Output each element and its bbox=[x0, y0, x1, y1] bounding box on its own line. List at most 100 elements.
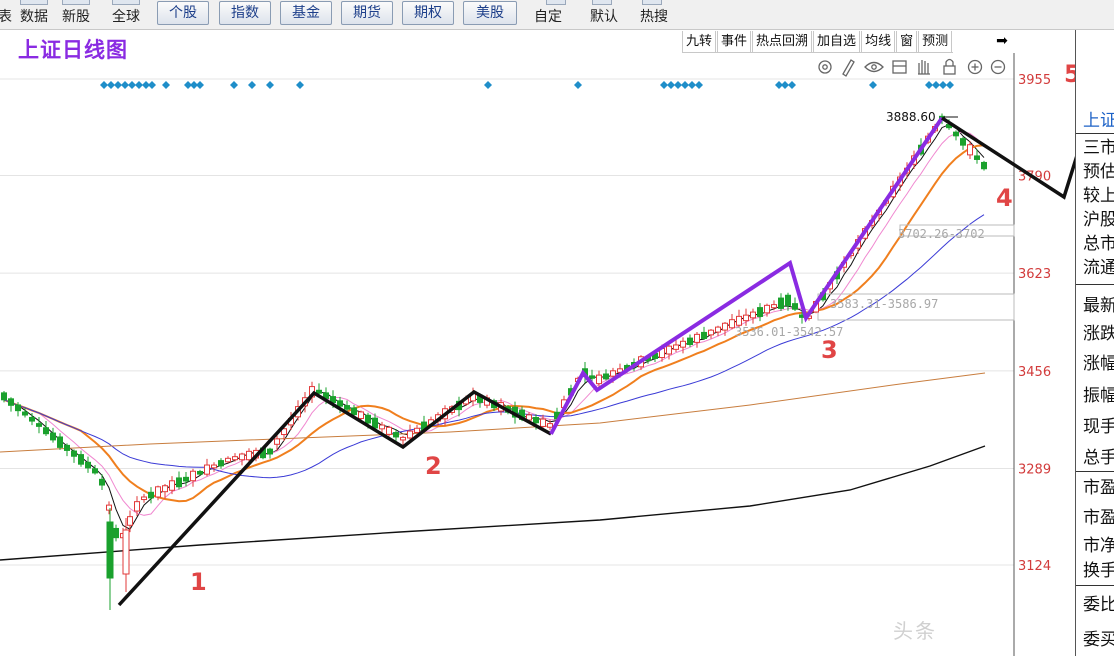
event-marker-diamond bbox=[681, 81, 689, 89]
ma10-line bbox=[3, 131, 985, 516]
event-marker-diamond bbox=[781, 81, 789, 89]
candle-down bbox=[344, 405, 350, 410]
gap-label-upper: 3702.26-3702 bbox=[898, 227, 985, 241]
candle-down bbox=[1, 392, 7, 401]
event-marker-diamond bbox=[667, 81, 675, 89]
candle-down bbox=[50, 432, 56, 441]
candle-up bbox=[379, 424, 385, 430]
candle-up bbox=[722, 322, 728, 331]
candle-up bbox=[232, 456, 238, 461]
panel-item-estimate: 预估 bbox=[1083, 162, 1114, 182]
candle-up bbox=[141, 496, 147, 501]
event-marker-diamond bbox=[869, 81, 877, 89]
candle-up bbox=[274, 438, 280, 445]
settings-icon[interactable] bbox=[818, 60, 832, 74]
candle-up bbox=[596, 374, 602, 385]
event-marker-diamond bbox=[788, 81, 796, 89]
candle-up bbox=[673, 344, 679, 350]
candle-up bbox=[407, 430, 413, 439]
candle-up bbox=[400, 436, 406, 441]
candle-up bbox=[239, 453, 245, 461]
candle-down bbox=[15, 404, 21, 412]
candle-down bbox=[372, 417, 378, 429]
candle-down bbox=[267, 448, 273, 455]
panel-item-bid: 委买 bbox=[1083, 630, 1114, 650]
candlesticks bbox=[1, 113, 987, 610]
candlestick-chart[interactable]: 395537903623345632893124 3888.60 3702.26… bbox=[0, 0, 1075, 656]
event-markers bbox=[100, 81, 954, 89]
candle-up bbox=[743, 314, 749, 322]
candle-down bbox=[603, 373, 609, 380]
event-marker-diamond bbox=[128, 81, 136, 89]
candle-up bbox=[708, 329, 714, 336]
price-tick-label: 3289 bbox=[1018, 463, 1051, 478]
panel-item-latest: 最新 bbox=[1083, 296, 1114, 316]
candle-down bbox=[974, 155, 980, 160]
candle-down bbox=[785, 294, 791, 306]
panel-item-change: 涨跌 bbox=[1083, 324, 1114, 344]
candle-down bbox=[701, 331, 707, 339]
ma250-line bbox=[0, 445, 986, 561]
event-marker-diamond bbox=[695, 81, 703, 89]
panel-item-total-vol: 总手 bbox=[1083, 448, 1114, 468]
panel-divider bbox=[1076, 471, 1114, 472]
chart-icon-toolbar bbox=[818, 58, 1006, 77]
lock-icon[interactable] bbox=[943, 58, 956, 75]
candle-up bbox=[204, 464, 210, 475]
zoom-out-icon[interactable] bbox=[990, 59, 1006, 75]
candle-up bbox=[162, 485, 168, 493]
candle-down bbox=[351, 407, 357, 416]
eye-icon[interactable] bbox=[864, 61, 884, 73]
candle-down bbox=[43, 427, 49, 435]
save-icon[interactable] bbox=[892, 60, 907, 74]
pen-icon[interactable] bbox=[842, 59, 855, 77]
candle-up bbox=[155, 486, 161, 498]
panel-item-turnover: 换手 bbox=[1083, 561, 1114, 581]
event-marker-diamond bbox=[932, 81, 940, 89]
event-marker-diamond bbox=[148, 81, 156, 89]
candle-up bbox=[729, 319, 735, 329]
hand-icon[interactable] bbox=[918, 60, 930, 75]
candle-down bbox=[176, 477, 182, 488]
candle-up bbox=[225, 457, 231, 463]
event-marker-diamond bbox=[296, 81, 304, 89]
candle-down bbox=[365, 414, 371, 424]
event-marker-diamond bbox=[121, 81, 129, 89]
candle-up bbox=[246, 450, 252, 461]
wave-line-black bbox=[117, 389, 552, 607]
candle-up bbox=[771, 304, 777, 309]
candle-up bbox=[967, 144, 973, 156]
panel-item-total-cap: 总市 bbox=[1083, 234, 1114, 254]
candle-up bbox=[610, 370, 616, 377]
candle-down bbox=[197, 470, 203, 475]
wave-label-3: 3 bbox=[821, 336, 838, 364]
candle-up bbox=[547, 423, 553, 428]
panel-item-commission-ratio: 委比 bbox=[1083, 595, 1114, 615]
candle-down bbox=[960, 138, 966, 146]
candle-down bbox=[337, 400, 343, 407]
candle-up bbox=[211, 464, 217, 469]
candle-down bbox=[981, 161, 987, 170]
panel-item-change-pct: 涨幅 bbox=[1083, 354, 1114, 374]
event-marker-diamond bbox=[939, 81, 947, 89]
wave-label-1: 1 bbox=[190, 568, 207, 596]
candle-down bbox=[78, 454, 84, 465]
candle-up bbox=[169, 480, 175, 491]
event-marker-diamond bbox=[162, 81, 170, 89]
panel-item-amplitude: 振幅 bbox=[1083, 386, 1114, 406]
candle-down bbox=[106, 521, 114, 579]
zoom-in-icon[interactable] bbox=[967, 59, 983, 75]
candle-down bbox=[99, 478, 105, 486]
candle-up bbox=[106, 504, 112, 511]
watermark-text: 头条 bbox=[893, 619, 937, 643]
candle-down bbox=[57, 436, 63, 448]
event-marker-diamond bbox=[674, 81, 682, 89]
candle-up bbox=[190, 470, 196, 482]
panel-item-current-vol: 现手 bbox=[1083, 417, 1114, 437]
price-tick-label: 3623 bbox=[1018, 267, 1051, 282]
candle-down bbox=[218, 460, 224, 467]
panel-item-pb: 市净 bbox=[1083, 536, 1114, 556]
panel-item-compare: 较上 bbox=[1083, 186, 1114, 206]
candle-down bbox=[29, 416, 35, 422]
event-marker-diamond bbox=[196, 81, 204, 89]
